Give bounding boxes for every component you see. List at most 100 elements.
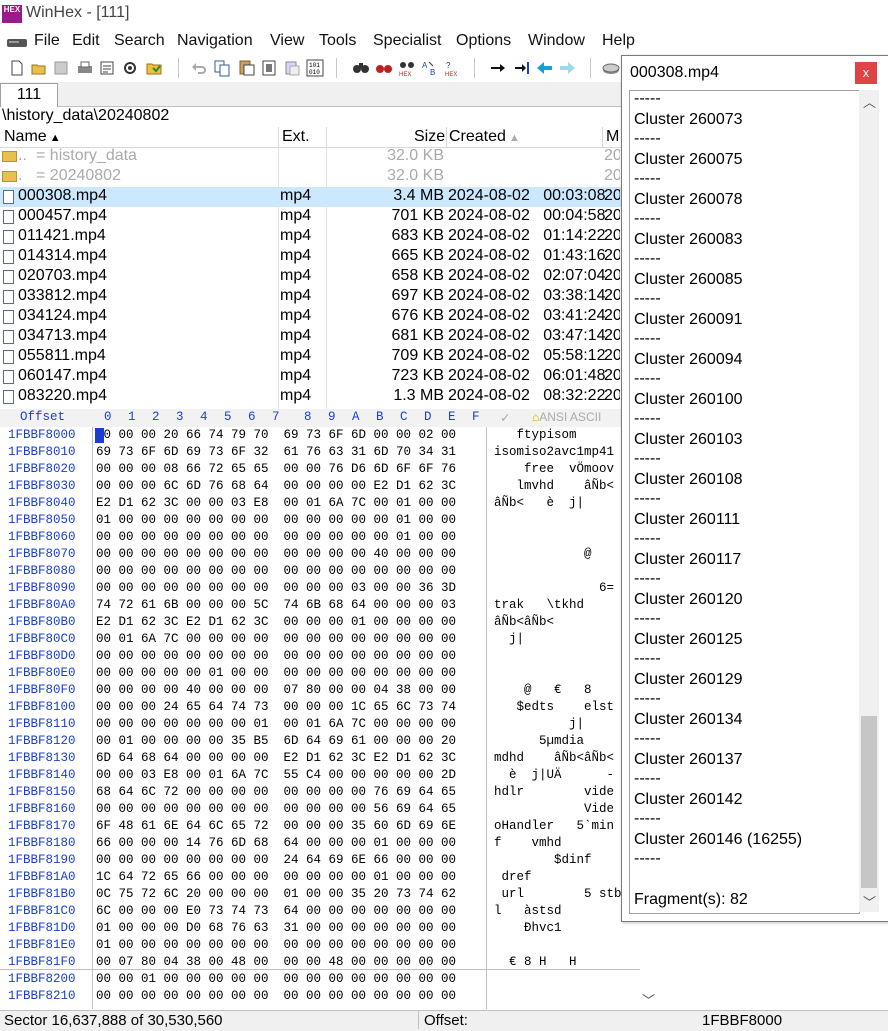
cluster-item[interactable]: Cluster 260134: [634, 711, 743, 729]
go-to-offset-icon[interactable]: [489, 59, 507, 77]
table-row[interactable]: 000457.mp4 mp4 701 KB 2024-08-02 00:04:58 20: [0, 207, 640, 227]
menu-search[interactable]: Search: [114, 32, 165, 50]
cluster-item[interactable]: Cluster 260108: [634, 471, 743, 489]
cluster-item[interactable]: Cluster 260142: [634, 791, 743, 809]
cluster-item[interactable]: Cluster 260085: [634, 271, 743, 289]
list-item-parent[interactable]: .. = history_data 32.0 KB 20: [0, 147, 640, 167]
back-icon[interactable]: [536, 59, 554, 77]
menu-help[interactable]: Help: [602, 32, 635, 50]
replace-hex-icon[interactable]: HEX: [398, 59, 416, 77]
table-row[interactable]: 033812.mp4 mp4 697 KB 2024-08-02 03:38:14 20: [0, 287, 640, 307]
column-header-name[interactable]: Name ▲: [4, 128, 61, 146]
find-icon[interactable]: [352, 59, 370, 77]
table-row[interactable]: 034713.mp4 mp4 681 KB 2024-08-02 03:47:14 20: [0, 327, 640, 347]
cluster-item[interactable]: Cluster 260137: [634, 751, 743, 769]
separator-line: -----: [634, 570, 661, 587]
paste-special-icon[interactable]: [261, 59, 279, 77]
column-header-size[interactable]: Size: [414, 128, 445, 146]
separator-line: -----: [634, 290, 661, 307]
cluster-item[interactable]: Cluster 260125: [634, 631, 743, 649]
table-row[interactable]: 000308.mp4 mp4 3.4 MB 2024-08-02 00:03:08 20: [0, 187, 640, 207]
table-row[interactable]: 055811.mp4 mp4 709 KB 2024-08-02 05:58:12 20: [0, 347, 640, 367]
hex-bytes: 00 01 00 00 00 00 35 B5 6D 64 69 61 00 0…: [96, 734, 457, 748]
tab-111[interactable]: 111: [0, 83, 58, 107]
hex-offset: 1FBBF8010: [8, 445, 76, 459]
clipboard-icon[interactable]: [283, 59, 301, 77]
hex-offset: 1FBBF8080: [8, 564, 76, 578]
properties-icon[interactable]: [98, 59, 116, 77]
cluster-item[interactable]: Cluster 260073: [634, 111, 743, 129]
hex-text: € 8 H H: [494, 955, 577, 969]
disk-menu-icon[interactable]: [6, 37, 28, 49]
open-folder-icon[interactable]: [145, 59, 163, 77]
binary-icon[interactable]: 101010: [306, 59, 324, 77]
menu-window[interactable]: Window: [528, 32, 585, 50]
replace-icon[interactable]: AB: [421, 59, 439, 77]
column-header-modified[interactable]: M: [606, 128, 619, 146]
go-to-sector-icon[interactable]: [513, 59, 531, 77]
cluster-item[interactable]: Cluster 260075: [634, 151, 743, 169]
cluster-item[interactable]: Cluster 260103: [634, 431, 743, 449]
file-ext: mp4: [280, 247, 312, 264]
hex-bytes: 00 00 00 00 00 00 00 00 00 00 00 00 00 0…: [96, 649, 457, 663]
menu-file[interactable]: File: [34, 32, 60, 50]
file-created: 2024-08-02 01:14:22: [448, 227, 606, 244]
cluster-item[interactable]: Cluster 260094: [634, 351, 743, 369]
cluster-item[interactable]: Cluster 260091: [634, 311, 743, 329]
hex-offset: 1FBBF8190: [8, 853, 76, 867]
forward-icon[interactable]: [558, 59, 576, 77]
file-ext: mp4: [280, 367, 312, 384]
scroll-thumb[interactable]: [861, 716, 877, 888]
cluster-item[interactable]: Cluster 260120: [634, 591, 743, 609]
cluster-item[interactable]: Cluster 260083: [634, 231, 743, 249]
svg-text:B: B: [430, 68, 435, 77]
hex-bytes: 00 01 6A 7C 00 00 00 00 00 00 00 00 00 0…: [96, 632, 457, 646]
hex-bytes: 00 00 00 00 40 00 00 00 07 80 00 00 04 3…: [96, 683, 457, 697]
table-row[interactable]: 060147.mp4 mp4 723 KB 2024-08-02 06:01:48 20: [0, 367, 640, 387]
table-row[interactable]: 083220.mp4 mp4 1.3 MB 2024-08-02 08:32:22 20: [0, 387, 640, 407]
new-file-icon[interactable]: [8, 59, 26, 77]
copy-icon[interactable]: [213, 59, 231, 77]
menu-tools[interactable]: Tools: [319, 32, 356, 50]
hex-bytes: 00 00 00 00 00 00 00 00 00 00 00 00 00 0…: [96, 564, 457, 578]
cluster-item[interactable]: Cluster 260111: [634, 511, 740, 529]
table-row[interactable]: 020703.mp4 mp4 658 KB 2024-08-02 02:07:04 20: [0, 267, 640, 287]
undo-icon[interactable]: [190, 59, 208, 77]
menu-specialist[interactable]: Specialist: [373, 32, 441, 50]
cluster-item[interactable]: Cluster 260100: [634, 391, 743, 409]
open-icon[interactable]: [30, 59, 48, 77]
save-icon[interactable]: [52, 59, 70, 77]
table-row[interactable]: 034124.mp4 mp4 676 KB 2024-08-02 03:41:24 20: [0, 307, 640, 327]
scroll-up-icon[interactable]: ︿: [863, 92, 876, 111]
close-button[interactable]: x: [855, 62, 877, 84]
scroll-down-icon[interactable]: ﹀: [642, 990, 655, 1009]
find-hex-value-icon[interactable]: ? HEX: [444, 59, 462, 77]
cluster-item[interactable]: Cluster 260117: [634, 551, 741, 569]
cluster-item[interactable]: Cluster 260146 (16255): [634, 831, 802, 849]
menu-view[interactable]: View: [270, 32, 304, 50]
file-size: 665 KB: [391, 247, 444, 264]
list-item-current[interactable]: . = 20240802 32.0 KB 20: [0, 167, 640, 187]
column-header-ext[interactable]: Ext.: [282, 128, 310, 146]
file-size: 683 KB: [391, 227, 444, 244]
cluster-item[interactable]: Cluster 260078: [634, 191, 743, 209]
table-row[interactable]: 011421.mp4 mp4 683 KB 2024-08-02 01:14:22 20: [0, 227, 640, 247]
hex-text: ftypisom: [494, 428, 577, 442]
hex-offset: 1FBBF80F0: [8, 683, 76, 697]
disk-icon[interactable]: [602, 59, 620, 77]
menu-navigation[interactable]: Navigation: [177, 32, 253, 50]
print-icon[interactable]: [76, 59, 94, 77]
menu-edit[interactable]: Edit: [72, 32, 100, 50]
find-hex-icon[interactable]: [375, 59, 393, 77]
file-icon: [3, 370, 14, 384]
settings-icon[interactable]: [121, 59, 139, 77]
column-header-created[interactable]: Created ▲: [449, 128, 520, 146]
cluster-item[interactable]: Cluster 260129: [634, 671, 743, 689]
file-name: 011421.mp4: [18, 227, 106, 244]
scroll-down-icon[interactable]: ﹀: [863, 892, 876, 911]
svg-text:HEX: HEX: [399, 72, 411, 77]
hex-divider: [486, 427, 487, 1009]
table-row[interactable]: 014314.mp4 mp4 665 KB 2024-08-02 01:43:16 20: [0, 247, 640, 267]
menu-options[interactable]: Options: [456, 32, 511, 50]
paste-icon[interactable]: [238, 59, 256, 77]
